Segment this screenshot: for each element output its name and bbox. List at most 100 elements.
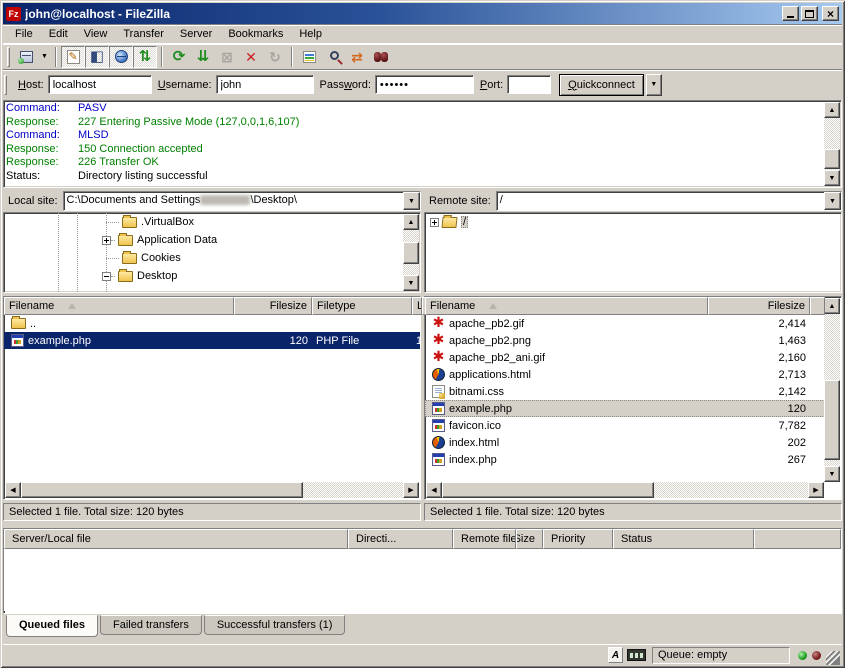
filesize-text: 120: [708, 400, 810, 417]
speed-limits-icon[interactable]: [627, 649, 646, 661]
tree-item-cookies[interactable]: Cookies: [4, 249, 403, 267]
remote-site-combobox[interactable]: / ▼: [496, 191, 842, 211]
quickconnect-dropdown-button[interactable]: ▼: [646, 74, 662, 96]
hscroll-thumb[interactable]: [442, 482, 654, 498]
scroll-down-icon[interactable]: ▼: [824, 170, 840, 186]
column-header-filesize[interactable]: Filesize: [708, 297, 810, 315]
maximize-icon: [805, 10, 814, 18]
column-header-filesize[interactable]: Filesize: [234, 297, 312, 315]
scroll-right-icon[interactable]: ▶: [403, 482, 419, 498]
toggle-local-tree-button[interactable]: ◧: [85, 46, 109, 68]
file-row-bitnami-css[interactable]: bitnami.css2,142: [425, 383, 825, 400]
disconnect-button[interactable]: ✕: [239, 46, 263, 68]
maximize-button[interactable]: [801, 6, 818, 21]
site-manager-dropdown-icon[interactable]: ▼: [38, 46, 51, 68]
hscroll-thumb[interactable]: [21, 482, 303, 498]
find-button[interactable]: [369, 46, 393, 68]
file-row-index-php[interactable]: index.php267: [425, 451, 825, 468]
file-row-apache-pb2-ani-gif[interactable]: ✱apache_pb2_ani.gif2,160: [425, 349, 825, 366]
tree-item-label: Cookies: [141, 252, 181, 264]
tree-scroll-thumb[interactable]: [403, 242, 419, 264]
remote-vscrollbar[interactable]: ▲ ▼: [824, 298, 840, 482]
column-header-status[interactable]: Status: [613, 529, 754, 549]
column-header-directi-[interactable]: Directi...: [348, 529, 453, 549]
menu-item-help[interactable]: Help: [291, 26, 330, 42]
menu-item-view[interactable]: View: [76, 26, 116, 42]
scroll-down-icon[interactable]: ▼: [403, 275, 419, 291]
toolbar-grip[interactable]: [4, 75, 7, 95]
column-header-priority[interactable]: Priority: [543, 529, 613, 549]
tree-item-root[interactable]: /: [425, 213, 841, 231]
column-header-last-modified[interactable]: Last modified: [412, 297, 422, 315]
file-row-apache-pb2-gif[interactable]: ✱apache_pb2.gif2,414: [425, 315, 825, 332]
minimize-button[interactable]: [782, 6, 799, 21]
quickconnect-button[interactable]: Quickconnect: [559, 74, 644, 96]
file-row-index-html[interactable]: index.html202: [425, 434, 825, 451]
column-header-server-local-file[interactable]: Server/Local file: [4, 529, 348, 549]
tab-queued-files[interactable]: Queued files: [6, 615, 98, 637]
scroll-right-icon[interactable]: ▶: [808, 482, 824, 498]
scroll-left-icon[interactable]: ◀: [5, 482, 21, 498]
file-row-example-php[interactable]: example.php120: [425, 400, 825, 417]
resize-grip[interactable]: [826, 651, 840, 665]
expand-icon[interactable]: [102, 236, 111, 245]
expand-icon[interactable]: [430, 218, 439, 227]
menu-item-file[interactable]: File: [7, 26, 41, 42]
file-row-example-php[interactable]: example.php120PHP File1: [4, 332, 420, 349]
filename-text: favicon.ico: [449, 420, 501, 432]
toggle-remote-tree-button[interactable]: [109, 46, 133, 68]
file-row-applications-html[interactable]: applications.html2,713: [425, 366, 825, 383]
file-row--[interactable]: ..: [4, 315, 420, 332]
menu-item-transfer[interactable]: Transfer: [115, 26, 172, 42]
close-button[interactable]: ×: [822, 6, 839, 21]
tab-failed-transfers[interactable]: Failed transfers: [100, 615, 202, 635]
username-input[interactable]: [216, 75, 314, 94]
collapse-icon[interactable]: [102, 272, 111, 281]
transfer-type-ascii-icon[interactable]: A: [608, 647, 623, 663]
cancel-button[interactable]: ⊠: [215, 46, 239, 68]
tree-item-application-data[interactable]: Application Data: [4, 231, 403, 249]
port-input[interactable]: [507, 75, 551, 94]
scroll-up-icon[interactable]: ▲: [403, 214, 419, 230]
tree-item--virtualbox[interactable]: .VirtualBox: [4, 213, 403, 231]
tree-item-desktop[interactable]: Desktop: [4, 267, 403, 285]
tab-successful-transfers-1-[interactable]: Successful transfers (1): [204, 615, 346, 635]
file-row-favicon-ico[interactable]: favicon.ico7,782: [425, 417, 825, 434]
host-input[interactable]: [48, 75, 152, 94]
menu-item-bookmarks[interactable]: Bookmarks: [220, 26, 291, 42]
log-scrollbar[interactable]: ▲ ▼: [824, 102, 840, 186]
scroll-left-icon[interactable]: ◀: [426, 482, 442, 498]
toggle-message-log-button[interactable]: [61, 46, 85, 68]
scroll-down-icon[interactable]: ▼: [824, 466, 840, 482]
menu-item-edit[interactable]: Edit: [41, 26, 76, 42]
scroll-up-icon[interactable]: ▲: [824, 298, 840, 314]
reconnect-button[interactable]: ↻: [263, 46, 287, 68]
remote-hscrollbar[interactable]: ◀ ▶: [426, 482, 824, 498]
password-input[interactable]: [375, 75, 474, 94]
column-label: Priority: [551, 533, 585, 545]
column-header-filetype[interactable]: Filetype: [312, 297, 412, 315]
vscroll-thumb[interactable]: [824, 380, 840, 460]
chevron-down-icon[interactable]: ▼: [403, 192, 420, 210]
toolbar-grip[interactable]: [7, 47, 10, 67]
filter-button[interactable]: [297, 46, 321, 68]
column-header-remote-file[interactable]: Remote file: [453, 529, 516, 549]
column-header-filename[interactable]: Filename: [425, 297, 708, 315]
local-tree-scrollbar[interactable]: ▲ ▼: [403, 214, 419, 291]
process-queue-button[interactable]: ⇊: [191, 46, 215, 68]
menu-item-server[interactable]: Server: [172, 26, 220, 42]
synchronized-browsing-button[interactable]: ⇄: [345, 46, 369, 68]
remote-site-row: Remote site: / ▼: [424, 191, 842, 211]
compare-button[interactable]: [321, 46, 345, 68]
local-site-combobox[interactable]: C:\Documents and Settings\Desktop\ ▼: [63, 191, 421, 211]
chevron-down-icon[interactable]: ▼: [824, 192, 841, 210]
site-manager-button[interactable]: [14, 46, 38, 68]
local-hscrollbar[interactable]: ◀ ▶: [5, 482, 419, 498]
column-header-filename[interactable]: Filename: [4, 297, 234, 315]
column-header-size[interactable]: Size: [516, 529, 543, 549]
scroll-up-icon[interactable]: ▲: [824, 102, 840, 118]
log-scroll-thumb[interactable]: [824, 149, 840, 169]
refresh-button[interactable]: ⟳: [167, 46, 191, 68]
toggle-queue-button[interactable]: ⇅: [133, 46, 157, 68]
file-row-apache-pb2-png[interactable]: ✱apache_pb2.png1,463: [425, 332, 825, 349]
